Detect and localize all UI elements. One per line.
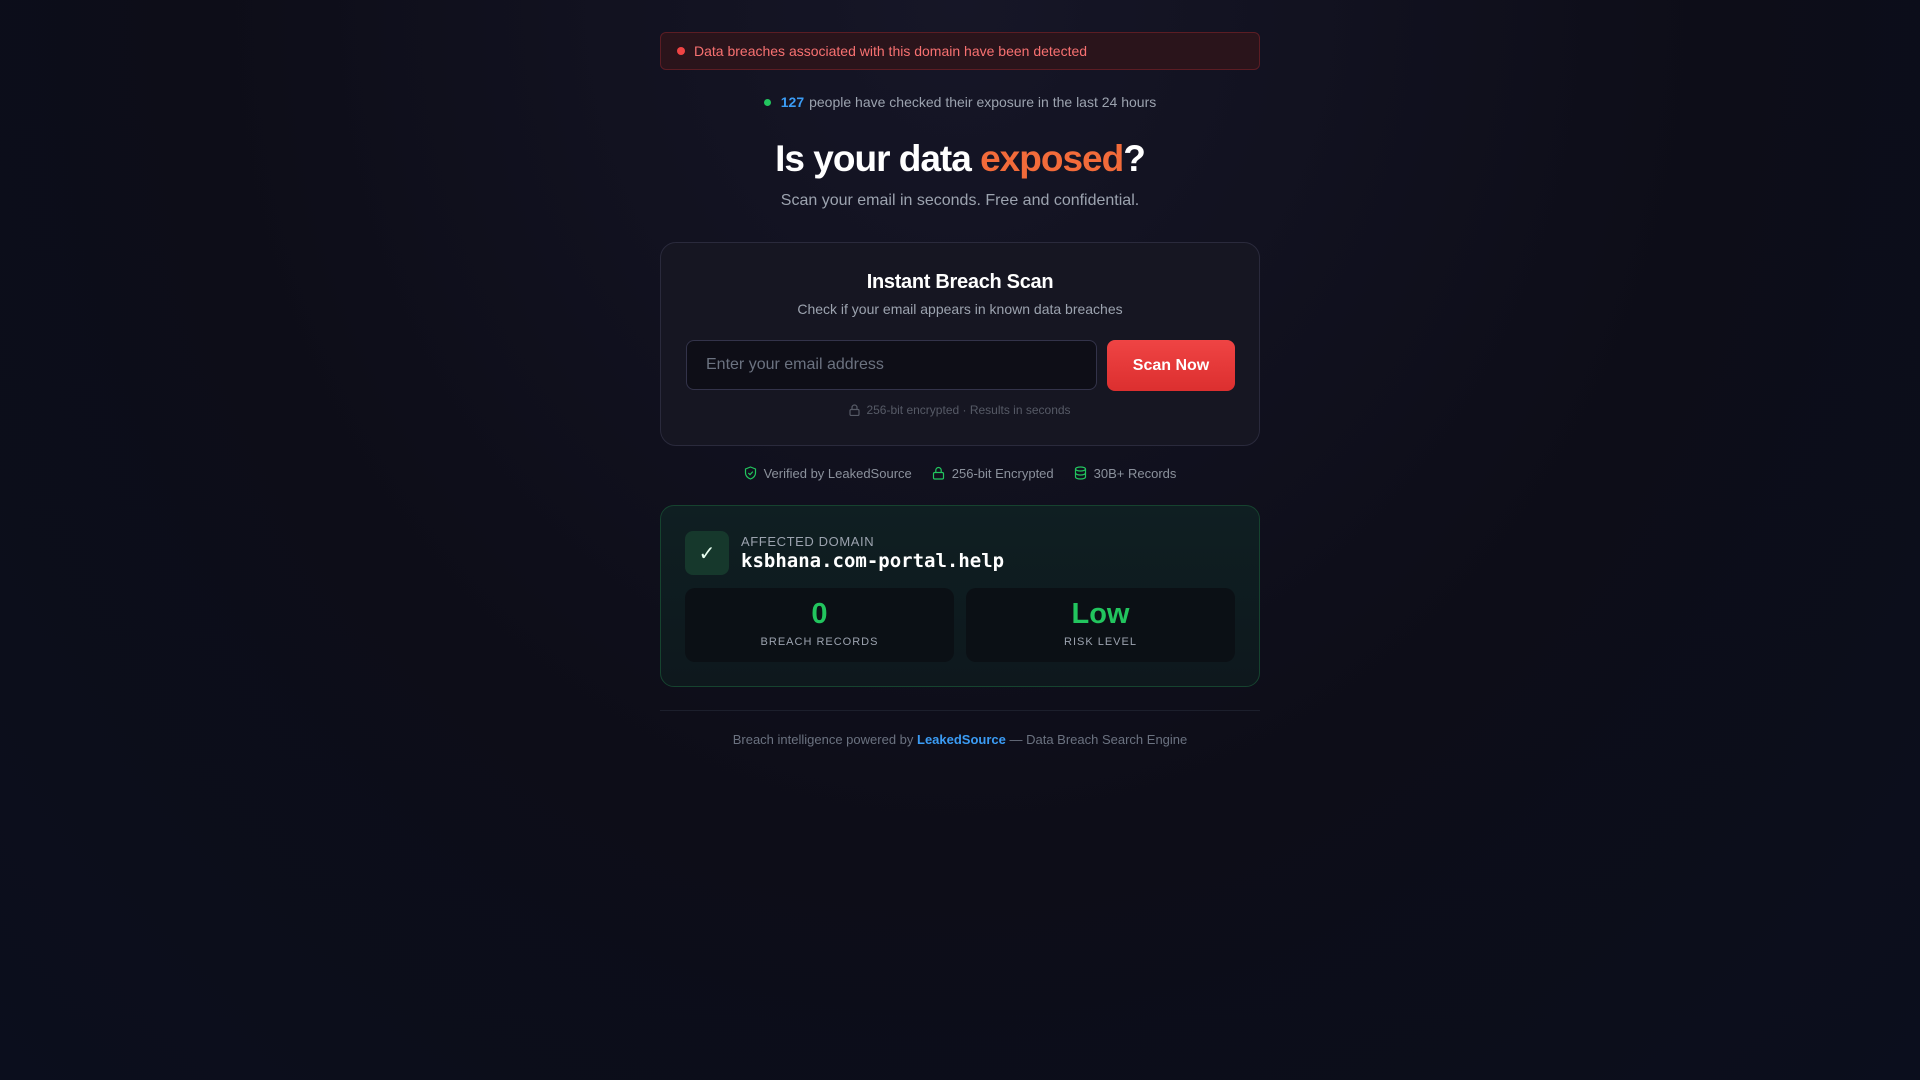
stat-value: 0 (811, 598, 828, 630)
alert-dot-icon (677, 47, 685, 55)
stat-risk-level: Low RISK LEVEL (966, 588, 1235, 662)
live-dot-icon (763, 98, 771, 106)
lock-icon (932, 466, 944, 480)
trust-item-records: 30B+ Records (1074, 465, 1177, 481)
trust-item-encrypted: 256-bit Encrypted (932, 466, 1054, 481)
database-icon (1074, 466, 1086, 480)
domain-result-card: ✓ AFFECTED DOMAIN ksbhana.com-portal.hel… (660, 505, 1260, 687)
trust-badges: Verified by LeakedSource 256-bit Encrypt… (660, 464, 1260, 482)
stat-value: Low (1071, 598, 1130, 630)
stat-caption: RISK LEVEL (1064, 636, 1137, 648)
shield-check-icon (744, 466, 756, 480)
page-title: Is your data exposed? (660, 138, 1260, 180)
scan-card: Instant Breach Scan Check if your email … (660, 242, 1260, 446)
live-count: 127 (780, 94, 805, 110)
title-pre: Is your data (775, 138, 981, 179)
email-input[interactable] (686, 340, 1097, 390)
page-subtitle: Scan your email in seconds. Free and con… (780, 192, 1140, 209)
encryption-note-text: 256-bit encrypted · Results in seconds (866, 403, 1071, 417)
breach-alert-banner: Data breaches associated with this domai… (660, 32, 1260, 70)
scan-card-subtitle: Check if your email appears in known dat… (797, 301, 1123, 317)
live-counter: 127 people have checked their exposure i… (660, 92, 1260, 112)
trust-item-verified: Verified by LeakedSource (744, 466, 912, 481)
live-text: people have checked their exposure in th… (809, 94, 1157, 110)
footer-pre: Breach intelligence powered by (732, 732, 917, 747)
title-post: ? (1123, 138, 1146, 179)
trust-label: 256-bit Encrypted (951, 465, 1054, 481)
stat-caption: BREACH RECORDS (760, 636, 879, 648)
trust-label: 30B+ Records (1093, 465, 1177, 481)
trust-label: Verified by LeakedSource (763, 465, 912, 481)
affected-domain-value: ksbhana.com-portal.help (741, 550, 1005, 572)
lock-icon (849, 404, 861, 416)
footer: Breach intelligence powered by LeakedSou… (660, 732, 1260, 747)
title-highlight: exposed (980, 138, 1124, 179)
affected-domain-label: AFFECTED DOMAIN (741, 534, 875, 549)
footer-link-leakedsource[interactable]: LeakedSource (917, 732, 1006, 747)
scan-now-button[interactable]: Scan Now (1107, 340, 1235, 391)
footer-divider (660, 710, 1260, 711)
scan-card-title: Instant Breach Scan (866, 271, 1054, 293)
stat-breach-records: 0 BREACH RECORDS (685, 588, 954, 662)
alert-text: Data breaches associated with this domai… (694, 43, 1088, 59)
checkmark-icon: ✓ (685, 531, 729, 575)
encryption-note: 256-bit encrypted · Results in seconds (661, 402, 1259, 418)
footer-post: — Data Breach Search Engine (1005, 732, 1188, 747)
